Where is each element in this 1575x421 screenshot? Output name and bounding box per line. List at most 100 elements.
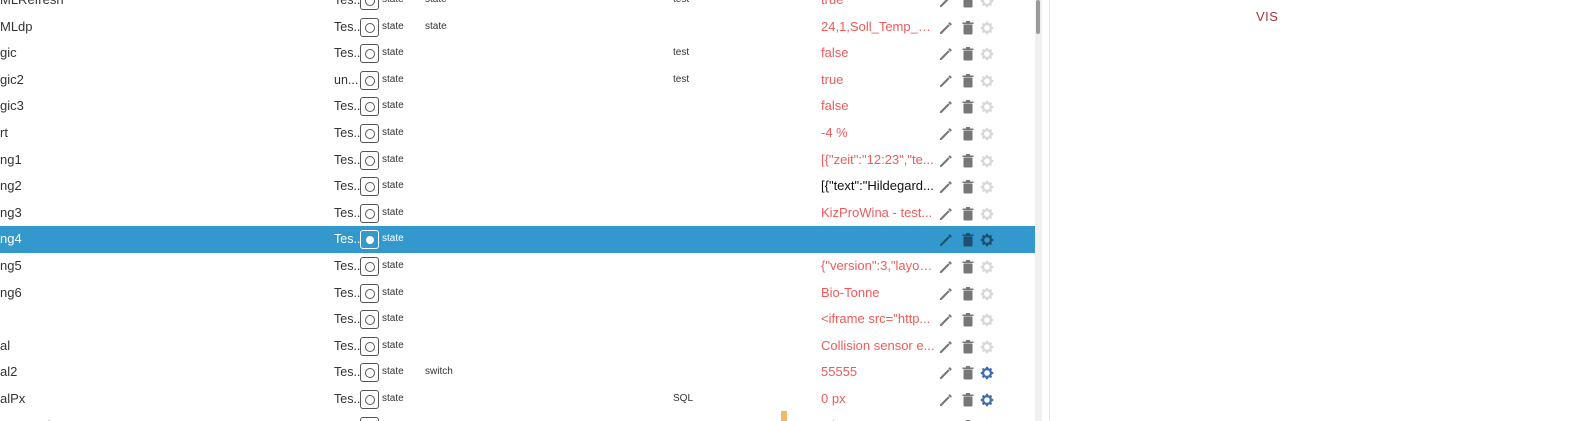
object-value[interactable]: KizProWina - test... xyxy=(821,200,936,227)
gear-icon[interactable] xyxy=(979,20,995,36)
object-value[interactable]: Bio-Tonne xyxy=(821,280,936,307)
table-row[interactable]: Tes... state <iframe src="http... xyxy=(0,306,1035,333)
gear-icon[interactable] xyxy=(979,365,995,381)
object-name: al xyxy=(0,337,11,353)
object-role: state xyxy=(382,259,404,271)
pencil-icon[interactable] xyxy=(938,206,954,222)
object-value[interactable]: true xyxy=(821,67,936,94)
object-value[interactable]: 55555 xyxy=(821,359,936,386)
gear-icon[interactable] xyxy=(979,73,995,89)
trash-icon[interactable] xyxy=(960,259,976,275)
gear-icon[interactable] xyxy=(979,0,995,9)
table-row[interactable]: ng3 Tes... state KizProWina - test... xyxy=(0,200,1035,227)
gear-icon[interactable] xyxy=(979,126,995,142)
trash-icon[interactable] xyxy=(960,232,976,248)
object-value[interactable]: [{"zeit":"12:23","te... xyxy=(821,147,936,174)
gear-icon[interactable] xyxy=(979,179,995,195)
trash-icon[interactable] xyxy=(960,153,976,169)
gear-icon[interactable] xyxy=(979,392,995,408)
trash-icon[interactable] xyxy=(960,392,976,408)
trash-icon[interactable] xyxy=(960,99,976,115)
table-row[interactable]: rt Tes... state -4 % xyxy=(0,120,1035,147)
pencil-icon[interactable] xyxy=(938,126,954,142)
object-role: state xyxy=(382,392,404,404)
object-value[interactable]: <iframe src="http... xyxy=(821,306,936,333)
table-row[interactable]: ng1 Tes... state [{"zeit":"12:23","te... xyxy=(0,147,1035,174)
trash-icon[interactable] xyxy=(960,286,976,302)
object-function xyxy=(425,413,625,421)
trash-icon[interactable] xyxy=(960,20,976,36)
object-function xyxy=(425,40,625,67)
object-room: W... xyxy=(334,413,360,421)
pencil-icon[interactable] xyxy=(938,73,954,89)
gear-icon[interactable] xyxy=(979,312,995,328)
pencil-icon[interactable] xyxy=(938,0,954,9)
table-scrollbar-thumb[interactable] xyxy=(1036,0,1040,34)
object-value[interactable]: false xyxy=(821,93,936,120)
object-function xyxy=(425,280,625,307)
object-value[interactable]: -4 % xyxy=(821,120,936,147)
pencil-icon[interactable] xyxy=(938,99,954,115)
object-enum xyxy=(673,306,773,333)
pencil-icon[interactable] xyxy=(938,365,954,381)
gear-icon[interactable] xyxy=(979,99,995,115)
table-row[interactable]: MLdp Tes... state state 24,1,Soll_Temp_F… xyxy=(0,14,1035,41)
state-type-icon xyxy=(360,150,379,170)
object-value[interactable]: Collision sensor e... xyxy=(821,333,936,360)
object-value[interactable]: [{"text":"Hildegard... xyxy=(821,173,936,200)
pencil-icon[interactable] xyxy=(938,339,954,355)
table-row[interactable]: ng4 Tes... state xyxy=(0,226,1035,253)
object-value[interactable] xyxy=(821,226,936,253)
pencil-icon[interactable] xyxy=(938,179,954,195)
object-function xyxy=(425,93,625,120)
gear-icon[interactable] xyxy=(979,286,995,302)
table-row[interactable]: ng5 Tes... state {"version":3,"layou... xyxy=(0,253,1035,280)
table-row[interactable]: al2 Tes... state switch 55555 xyxy=(0,359,1035,386)
trash-icon[interactable] xyxy=(960,46,976,62)
gear-icon[interactable] xyxy=(979,153,995,169)
table-row[interactable]: eTagFarbe W... state Mi xyxy=(0,413,1035,421)
table-row[interactable]: MLRefresh Tes... state state test true xyxy=(0,0,1035,14)
table-row[interactable]: alPx Tes... state SQL 0 px xyxy=(0,386,1035,413)
object-role: state xyxy=(382,339,404,351)
gear-icon[interactable] xyxy=(979,232,995,248)
table-row[interactable]: gic Tes... state test false xyxy=(0,40,1035,67)
pencil-icon[interactable] xyxy=(938,259,954,275)
gear-icon[interactable] xyxy=(979,259,995,275)
object-value[interactable]: Mi xyxy=(821,413,936,421)
pencil-icon[interactable] xyxy=(938,312,954,328)
trash-icon[interactable] xyxy=(960,312,976,328)
table-row[interactable]: gic2 un... state test true xyxy=(0,67,1035,94)
gear-icon[interactable] xyxy=(979,339,995,355)
table-row[interactable]: al Tes... state Collision sensor e... xyxy=(0,333,1035,360)
table-scrollbar[interactable] xyxy=(1035,0,1042,421)
object-name: ng3 xyxy=(0,204,22,220)
table-row[interactable]: ng2 Tes... state [{"text":"Hildegard... xyxy=(0,173,1035,200)
pencil-icon[interactable] xyxy=(938,232,954,248)
trash-icon[interactable] xyxy=(960,126,976,142)
table-row[interactable]: gic3 Tes... state false xyxy=(0,93,1035,120)
pencil-icon[interactable] xyxy=(938,286,954,302)
trash-icon[interactable] xyxy=(960,0,976,9)
pencil-icon[interactable] xyxy=(938,392,954,408)
object-name: gic xyxy=(0,45,17,61)
object-value[interactable]: true xyxy=(821,0,936,14)
trash-icon[interactable] xyxy=(960,179,976,195)
trash-icon[interactable] xyxy=(960,365,976,381)
trash-icon[interactable] xyxy=(960,206,976,222)
gear-icon[interactable] xyxy=(979,46,995,62)
object-value[interactable]: 0 px xyxy=(821,386,936,413)
trash-icon[interactable] xyxy=(960,73,976,89)
gear-icon[interactable] xyxy=(979,206,995,222)
pencil-icon[interactable] xyxy=(938,46,954,62)
object-value[interactable]: {"version":3,"layou... xyxy=(821,253,936,280)
pencil-icon[interactable] xyxy=(938,20,954,36)
object-enum xyxy=(673,173,773,200)
table-row[interactable]: ng6 Tes... state Bio-Tonne xyxy=(0,280,1035,307)
object-role: state xyxy=(382,206,404,218)
pencil-icon[interactable] xyxy=(938,153,954,169)
trash-icon[interactable] xyxy=(960,339,976,355)
object-value[interactable]: 24,1,Soll_Temp_Fritz xyxy=(821,14,936,41)
object-value[interactable]: false xyxy=(821,40,936,67)
object-function xyxy=(425,173,625,200)
